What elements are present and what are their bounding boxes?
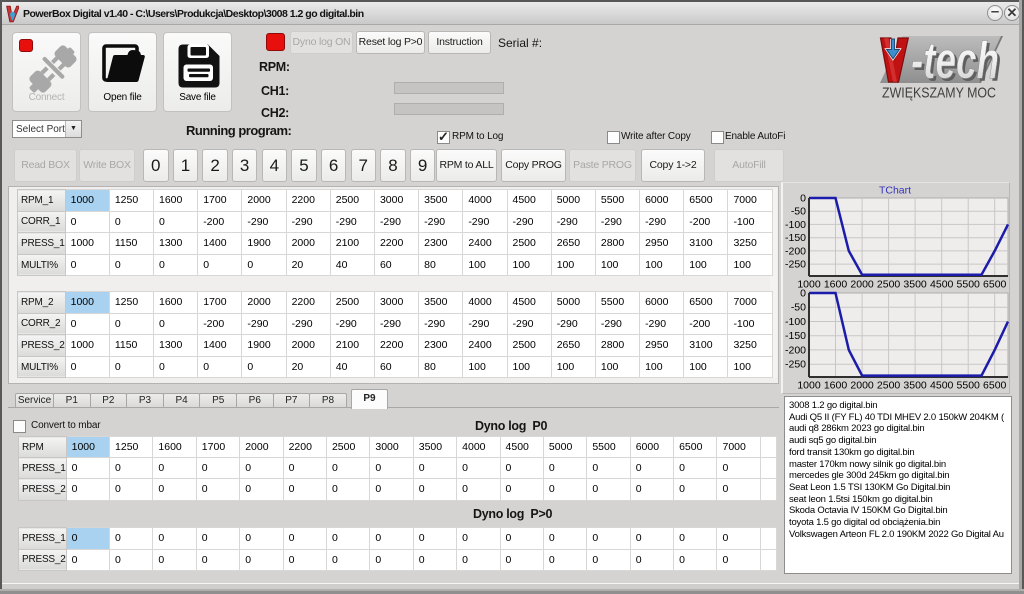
svg-text:-150: -150 xyxy=(785,330,806,342)
svg-text:2500: 2500 xyxy=(877,380,901,392)
svg-text:-tech: -tech xyxy=(911,33,999,90)
svg-text:1600: 1600 xyxy=(824,380,848,392)
svg-text:0: 0 xyxy=(800,288,806,300)
svg-text:-250: -250 xyxy=(785,259,806,271)
svg-text:2000: 2000 xyxy=(850,380,874,392)
svg-text:3500: 3500 xyxy=(903,380,927,392)
svg-text:5500: 5500 xyxy=(957,380,981,392)
svg-text:-200: -200 xyxy=(785,344,806,356)
svg-text:-250: -250 xyxy=(785,359,806,371)
svg-text:TChart: TChart xyxy=(879,185,911,197)
svg-text:0: 0 xyxy=(800,193,806,205)
svg-text:ZWIĘKSZAMY MOC: ZWIĘKSZAMY MOC xyxy=(882,85,996,102)
svg-text:-50: -50 xyxy=(791,206,806,218)
svg-text:-150: -150 xyxy=(785,232,806,244)
svg-text:4500: 4500 xyxy=(930,380,954,392)
svg-text:6500: 6500 xyxy=(983,380,1007,392)
svg-text:-100: -100 xyxy=(785,316,806,328)
svg-text:-100: -100 xyxy=(785,219,806,231)
svg-text:1000: 1000 xyxy=(797,380,821,392)
svg-text:-200: -200 xyxy=(785,245,806,257)
svg-text:-50: -50 xyxy=(791,302,806,314)
